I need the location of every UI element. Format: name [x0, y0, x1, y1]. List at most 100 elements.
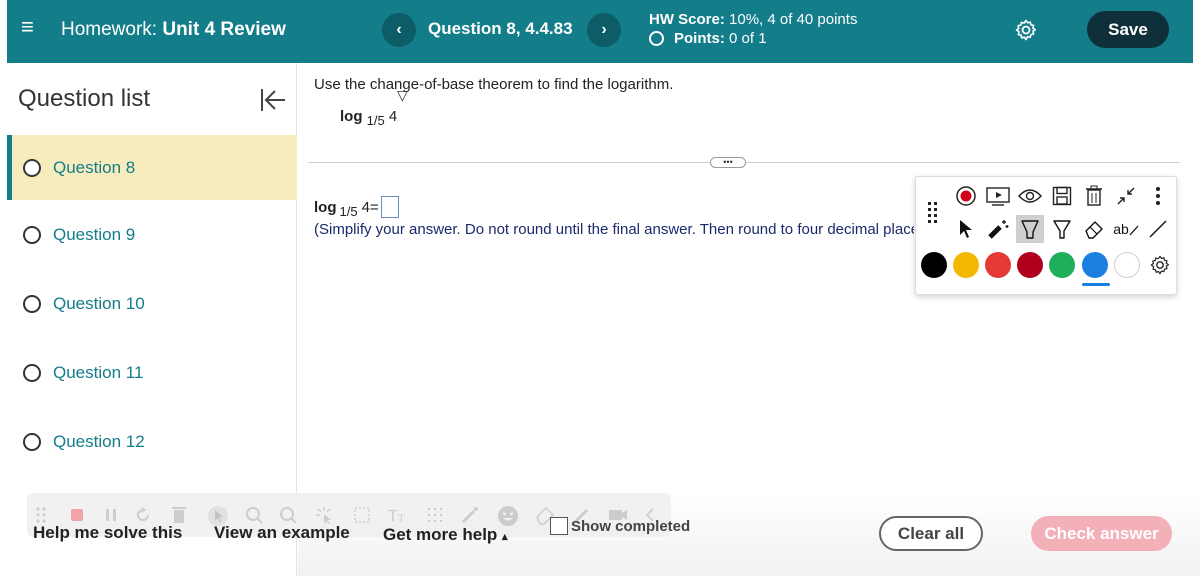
highlighter-cursor-icon: ▽ [397, 87, 408, 103]
drag-handle-icon[interactable] [928, 202, 938, 226]
magic-pen-icon[interactable] [460, 505, 480, 525]
answer-log-argument: 4 [361, 198, 370, 216]
points-status-icon [649, 31, 664, 46]
question-list-item-12[interactable]: Question 12 [7, 409, 297, 474]
get-more-help-label: Get more help [383, 525, 498, 544]
question-list-item-label: Question 12 [53, 431, 145, 451]
clear-all-button[interactable]: Clear all [879, 516, 983, 551]
log-expression: log 1/5 4 [340, 108, 398, 128]
grip-icon[interactable] [35, 505, 55, 525]
color-swatch-white[interactable] [1114, 252, 1140, 278]
emoji-icon[interactable] [497, 505, 518, 526]
color-swatch-yellow[interactable] [953, 252, 979, 278]
homework-page: ≡ Homework: Unit 4 Review ‹ Question 8, … [0, 0, 1200, 576]
help-me-solve-this-link[interactable]: Help me solve this [33, 523, 182, 543]
top-bar: ≡ Homework: Unit 4 Review ‹ Question 8, … [7, 0, 1193, 63]
previous-question-button[interactable]: ‹ [382, 13, 416, 47]
toolbar-settings-gear-icon[interactable] [1146, 251, 1174, 279]
homework-name: Unit 4 Review [162, 19, 286, 40]
zoom-icon[interactable] [278, 505, 298, 525]
color-swatch-black[interactable] [921, 252, 947, 278]
click-effect-icon[interactable] [314, 505, 334, 525]
text-tool-icon[interactable]: ab [1112, 215, 1140, 243]
homework-title: Homework: Unit 4 Review [61, 19, 286, 41]
question-status-icon [23, 432, 41, 451]
bottom-bar: TT Help me solve this View an example Ge… [0, 493, 1200, 576]
annotation-toolbar: ab [915, 176, 1177, 295]
pane-resize-handle[interactable]: ••• [710, 157, 746, 168]
question-title: Question 8, 4.4.83 [428, 19, 573, 38]
hamburger-icon[interactable]: ≡ [21, 16, 41, 38]
question-list-item-10[interactable]: Question 10 [7, 271, 297, 336]
show-completed-checkbox[interactable] [550, 517, 568, 535]
question-list-item-label: Question 11 [53, 362, 144, 382]
video-play-icon[interactable] [984, 182, 1012, 210]
text-tool-label: ab [1113, 221, 1129, 237]
color-swatch-red[interactable] [985, 252, 1011, 278]
answer-hint: (Simplify your answer. Do not round unti… [314, 221, 914, 238]
score-panel: HW Score: 10%, 4 of 40 points Points: 0 … [649, 10, 857, 48]
line-tool-icon[interactable] [1144, 215, 1172, 243]
settings-gear-icon[interactable] [1014, 18, 1038, 42]
log-base: 1/5 [366, 113, 385, 128]
grid-icon[interactable] [425, 505, 445, 525]
cursor-mode-icon[interactable] [207, 505, 228, 526]
stop-record-icon[interactable] [67, 505, 87, 525]
question-list-item-8[interactable]: Question 8 [7, 135, 297, 200]
get-more-help-link[interactable]: Get more help ▴ [383, 525, 508, 545]
homework-prefix: Homework: [61, 19, 158, 40]
question-list-item-9[interactable]: Question 9 [7, 202, 297, 267]
points-label: Points: [674, 30, 725, 47]
record-icon[interactable] [952, 182, 980, 210]
points-row: Points: 0 of 1 [649, 29, 857, 48]
answer-log-word: log [314, 198, 337, 216]
save-disk-icon[interactable] [1048, 182, 1076, 210]
view-an-example-link[interactable]: View an example [214, 523, 350, 543]
log-argument: 4 [388, 108, 398, 125]
points-value: 0 of 1 [729, 30, 767, 47]
question-status-icon [23, 363, 41, 382]
highlighter-icon[interactable] [1016, 215, 1044, 243]
discard-icon[interactable] [169, 505, 189, 525]
collapse-sidebar-icon[interactable] [259, 87, 287, 113]
more-options-icon[interactable] [1144, 182, 1172, 210]
hw-score-row: HW Score: 10%, 4 of 40 points [649, 10, 857, 29]
question-status-icon [23, 294, 41, 313]
svg-text:T: T [398, 513, 405, 525]
answer-input[interactable] [380, 196, 399, 218]
svg-text:T: T [388, 508, 398, 525]
minimize-arrows-icon[interactable] [1112, 182, 1140, 210]
restart-icon[interactable] [133, 505, 153, 525]
hw-score-value: 10%, 4 of 40 points [729, 11, 858, 28]
answer-log-base: 1/5 [339, 203, 358, 219]
save-button[interactable]: Save [1087, 11, 1169, 48]
color-swatch-blue[interactable] [1082, 252, 1108, 278]
question-status-icon [23, 158, 41, 177]
caret-up-icon: ▴ [502, 531, 508, 543]
color-swatch-dark-red[interactable] [1017, 252, 1043, 278]
pointer-arrow-icon[interactable] [952, 215, 980, 243]
laser-pointer-icon[interactable] [984, 215, 1012, 243]
question-status-icon [23, 225, 41, 244]
eraser-icon[interactable] [1080, 215, 1108, 243]
answer-equals: = [369, 198, 379, 216]
next-question-button[interactable]: › [587, 13, 621, 47]
spotlight-icon[interactable] [244, 505, 264, 525]
eye-icon[interactable] [1016, 182, 1044, 210]
show-completed-toggle[interactable]: Show completed [550, 517, 690, 535]
text-size-icon[interactable]: TT [387, 505, 407, 525]
question-list-item-11[interactable]: Question 11 [7, 340, 297, 405]
question-list-title: Question list [18, 85, 151, 112]
trash-icon[interactable] [1080, 182, 1108, 210]
color-swatch-green[interactable] [1049, 252, 1075, 278]
answer-expression: log 1/5 4 = [314, 196, 399, 219]
question-list-item-label: Question 10 [53, 293, 145, 313]
check-answer-button[interactable]: Check answer [1031, 516, 1172, 551]
selected-color-indicator [1082, 283, 1110, 286]
log-word: log [340, 108, 363, 125]
pen-icon[interactable] [1048, 215, 1076, 243]
question-instruction: Use the change-of-base theorem to find t… [314, 76, 674, 93]
show-completed-label: Show completed [571, 517, 691, 535]
pause-icon[interactable] [101, 505, 121, 525]
region-select-icon[interactable] [352, 505, 372, 525]
